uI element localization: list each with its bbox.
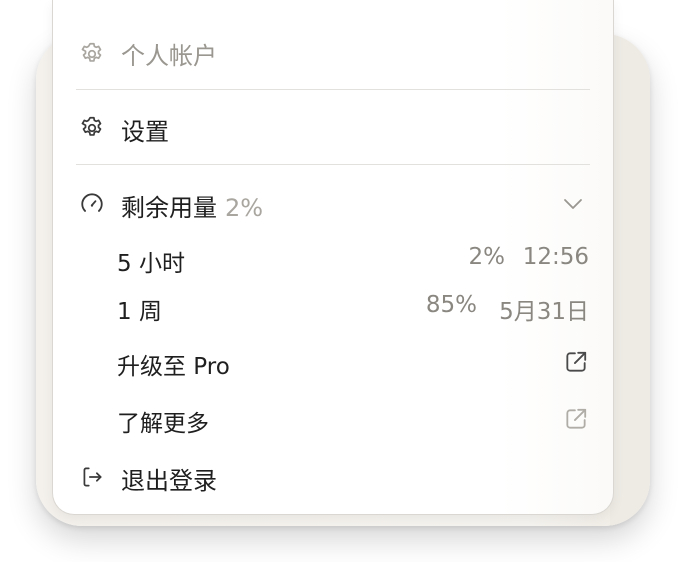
menu-item-account[interactable]: 个人帐户 <box>53 36 613 72</box>
chevron-down-icon <box>561 194 585 214</box>
usage-toggle[interactable]: 剩余用量 2% <box>53 184 613 224</box>
menu-item-upgrade[interactable]: 升级至 Pro <box>53 344 613 382</box>
screen: 个人帐户 设置 剩余用量 2% 5 小时 2% 12:56 1 周 85% 5月… <box>0 0 686 562</box>
usage-percent: 2% <box>225 194 264 222</box>
usage-label: 剩余用量 <box>121 194 217 222</box>
gear-icon <box>77 113 107 143</box>
menu-divider <box>76 89 590 90</box>
menu-divider <box>76 164 590 165</box>
menu-item-logout-label: 退出登录 <box>121 467 217 495</box>
menu-item-learn-more-label: 了解更多 <box>117 411 209 437</box>
limit-percent: 2% <box>468 244 506 270</box>
limit-row-5h: 5 小时 2% 12:56 <box>53 244 613 277</box>
gauge-icon <box>77 189 107 219</box>
menu-item-upgrade-label: 升级至 Pro <box>117 354 230 380</box>
limit-label: 1 周 <box>117 299 162 325</box>
limit-reset-date: 5月31日 <box>499 299 589 325</box>
app-window-edge <box>610 34 650 526</box>
usage-label-group: 剩余用量 2% <box>121 188 263 223</box>
menu-item-settings[interactable]: 设置 <box>53 109 613 147</box>
limit-reset-time: 12:56 <box>522 244 589 270</box>
limit-row-week: 1 周 85% 5月31日 <box>53 292 613 325</box>
account-menu: 个人帐户 设置 剩余用量 2% 5 小时 2% 12:56 1 周 85% 5月… <box>52 0 614 515</box>
limit-label: 5 小时 <box>117 251 185 277</box>
menu-item-logout[interactable]: 退出登录 <box>53 458 613 496</box>
menu-item-learn-more[interactable]: 了解更多 <box>53 401 613 439</box>
gear-icon <box>77 39 107 69</box>
external-link-icon <box>563 349 589 375</box>
logout-icon <box>77 462 107 492</box>
menu-item-account-label: 个人帐户 <box>121 42 217 70</box>
menu-item-settings-label: 设置 <box>121 118 169 146</box>
external-link-icon <box>563 406 589 432</box>
limit-percent: 85% <box>425 292 477 318</box>
